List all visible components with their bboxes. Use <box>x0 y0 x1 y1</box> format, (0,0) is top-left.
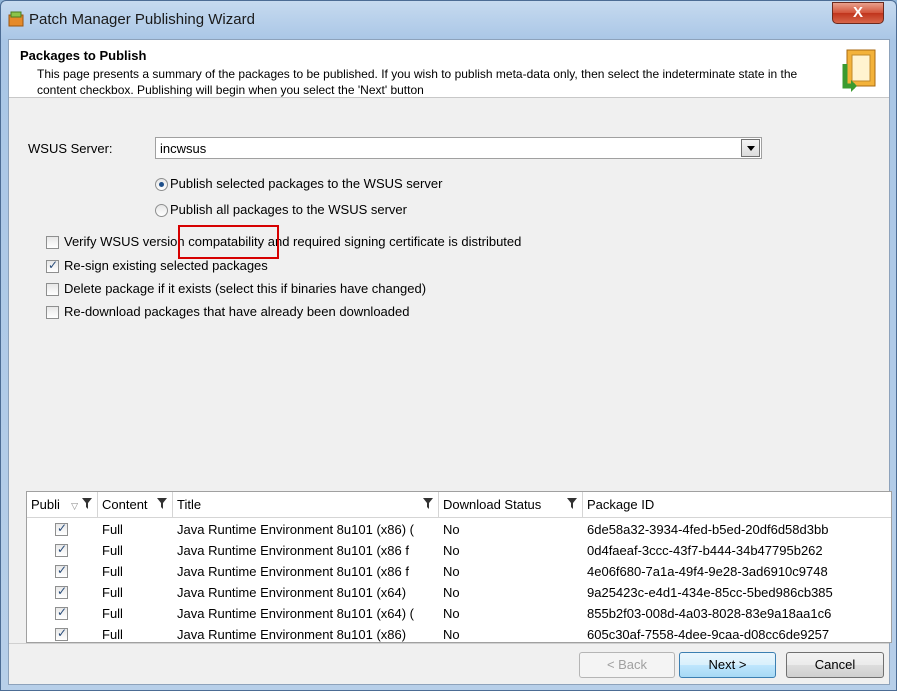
wsus-server-select[interactable]: incwsus <box>155 137 762 159</box>
row-publish-checkbox[interactable]: ✓ <box>55 542 68 557</box>
wizard-window: Patch Manager Publishing Wizard X Packag… <box>0 0 897 691</box>
header-panel: Packages to Publish This page presents a… <box>9 40 889 98</box>
redownload-label: Re-download packages that have already b… <box>64 304 410 319</box>
cell-content: Full <box>102 585 123 600</box>
publish-selected-label: Publish selected packages to the WSUS se… <box>170 176 443 191</box>
column-header-label: Download Status <box>443 497 542 512</box>
close-button[interactable]: X <box>832 2 884 24</box>
check-icon: ✓ <box>57 563 68 577</box>
table-row[interactable]: ✓ Full Java Runtime Environment 8u101 (x86… <box>27 624 891 642</box>
cell-content: Full <box>102 564 123 579</box>
package-publish-icon <box>842 49 876 92</box>
table-row[interactable]: ✓ Full Java Runtime Environment 8u101 (x64… <box>27 603 891 624</box>
page-description: This page presents a summary of the pack… <box>37 67 798 97</box>
delete-package-checkbox[interactable] <box>46 283 59 296</box>
sort-icon: ▽ <box>71 501 78 511</box>
resign-packages-label: Re-sign existing selected packages <box>64 258 268 273</box>
check-icon: ✓ <box>57 626 68 640</box>
check-icon: ✓ <box>57 605 68 619</box>
filter-icon[interactable] <box>423 498 433 509</box>
table-row[interactable]: ✓ Full Java Runtime Environment 8u101 (x64… <box>27 582 891 603</box>
check-icon: ✓ <box>57 542 68 556</box>
cell-title: Java Runtime Environment 8u101 (x64) ( <box>177 606 415 621</box>
column-header-package-id[interactable]: Package ID <box>583 492 891 518</box>
annotation-highlight <box>178 225 279 259</box>
app-icon <box>8 11 24 27</box>
title-bar[interactable]: Patch Manager Publishing Wizard X <box>1 1 896 39</box>
cell-id: 4e06f680-7a1a-49f4-9e28-3ad6910c9748 <box>587 564 828 579</box>
cell-content: Full <box>102 627 123 642</box>
cell-id: 6de58a32-3934-4fed-b5ed-20df6d58d3bb <box>587 522 829 537</box>
column-header-download-status[interactable]: Download Status <box>439 492 583 518</box>
grid-header: Publi ▽ Content Title Download Status Pa… <box>27 492 891 518</box>
cell-id: 605c30af-7558-4dee-9caa-d08cc6de9257 <box>587 627 830 642</box>
publish-selected-radio[interactable] <box>155 178 168 191</box>
cell-status: No <box>443 522 460 537</box>
verify-wsus-checkbox[interactable] <box>46 236 59 249</box>
cell-title: Java Runtime Environment 8u101 (x86) <box>177 627 407 642</box>
cell-status: No <box>443 585 460 600</box>
column-header-content[interactable]: Content <box>98 492 173 518</box>
check-icon: ✓ <box>57 584 68 598</box>
filter-icon[interactable] <box>567 498 577 509</box>
cell-content: Full <box>102 543 123 558</box>
check-icon: ✓ <box>57 521 68 535</box>
check-icon: ✓ <box>48 258 59 272</box>
verify-wsus-label: Verify WSUS version compatability and re… <box>64 234 522 249</box>
packages-grid[interactable]: Publi ▽ Content Title Download Status Pa… <box>26 491 892 643</box>
wsus-server-label: WSUS Server: <box>28 141 113 156</box>
cell-content: Full <box>102 522 123 537</box>
footer-separator <box>9 643 889 644</box>
delete-package-label: Delete package if it exists (select this… <box>64 281 427 296</box>
row-publish-checkbox[interactable]: ✓ <box>55 584 68 599</box>
cancel-button[interactable]: Cancel <box>786 652 884 678</box>
column-header-label: Package ID <box>587 497 655 512</box>
row-publish-checkbox[interactable]: ✓ <box>55 605 68 620</box>
cell-title: Java Runtime Environment 8u101 (x64) <box>177 585 407 600</box>
cell-status: No <box>443 543 460 558</box>
cell-title: Java Runtime Environment 8u101 (x86 f <box>177 564 409 579</box>
cell-title: Java Runtime Environment 8u101 (x86) ( <box>177 522 415 537</box>
row-publish-checkbox[interactable]: ✓ <box>55 521 68 536</box>
row-publish-checkbox[interactable]: ✓ <box>55 626 68 641</box>
row-publish-checkbox[interactable]: ✓ <box>55 563 68 578</box>
table-row[interactable]: ✓ Full Java Runtime Environment 8u101 (x86… <box>27 561 891 582</box>
next-button[interactable]: Next > <box>679 652 776 678</box>
cell-id: 9a25423c-e4d1-434e-85cc-5bed986cb385 <box>587 585 833 600</box>
column-header-title[interactable]: Title <box>173 492 439 518</box>
wsus-server-value: incwsus <box>160 141 207 156</box>
redownload-checkbox[interactable] <box>46 306 59 319</box>
column-header-label: Publi <box>31 497 60 512</box>
column-header-publish[interactable]: Publi ▽ <box>27 492 98 518</box>
resign-packages-checkbox[interactable]: ✓ <box>46 258 59 273</box>
table-row[interactable]: ✓ Full Java Runtime Environment 8u101 (x86… <box>27 540 891 561</box>
wizard-body: Packages to Publish This page presents a… <box>8 39 892 685</box>
publish-all-label: Publish all packages to the WSUS server <box>170 202 407 217</box>
cell-id: 855b2f03-008d-4a03-8028-83e9a18aa1c6 <box>587 606 832 621</box>
page-title: Packages to Publish <box>20 48 147 63</box>
cell-status: No <box>443 606 460 621</box>
window-title: Patch Manager Publishing Wizard <box>29 11 255 28</box>
table-row[interactable]: ✓ Full Java Runtime Environment 8u101 (x86… <box>27 519 891 540</box>
back-button[interactable]: < Back <box>579 652 675 678</box>
cell-title: Java Runtime Environment 8u101 (x86 f <box>177 543 409 558</box>
filter-icon[interactable] <box>82 498 92 509</box>
cell-content: Full <box>102 606 123 621</box>
cell-id: 0d4faeaf-3ccc-43f7-b444-34b47795b262 <box>587 543 823 558</box>
publish-all-radio[interactable] <box>155 204 168 217</box>
chevron-down-icon[interactable] <box>741 139 760 157</box>
column-header-label: Title <box>177 497 202 512</box>
cell-status: No <box>443 627 460 642</box>
filter-icon[interactable] <box>157 498 167 509</box>
cell-status: No <box>443 564 460 579</box>
column-header-label: Content <box>102 497 148 512</box>
